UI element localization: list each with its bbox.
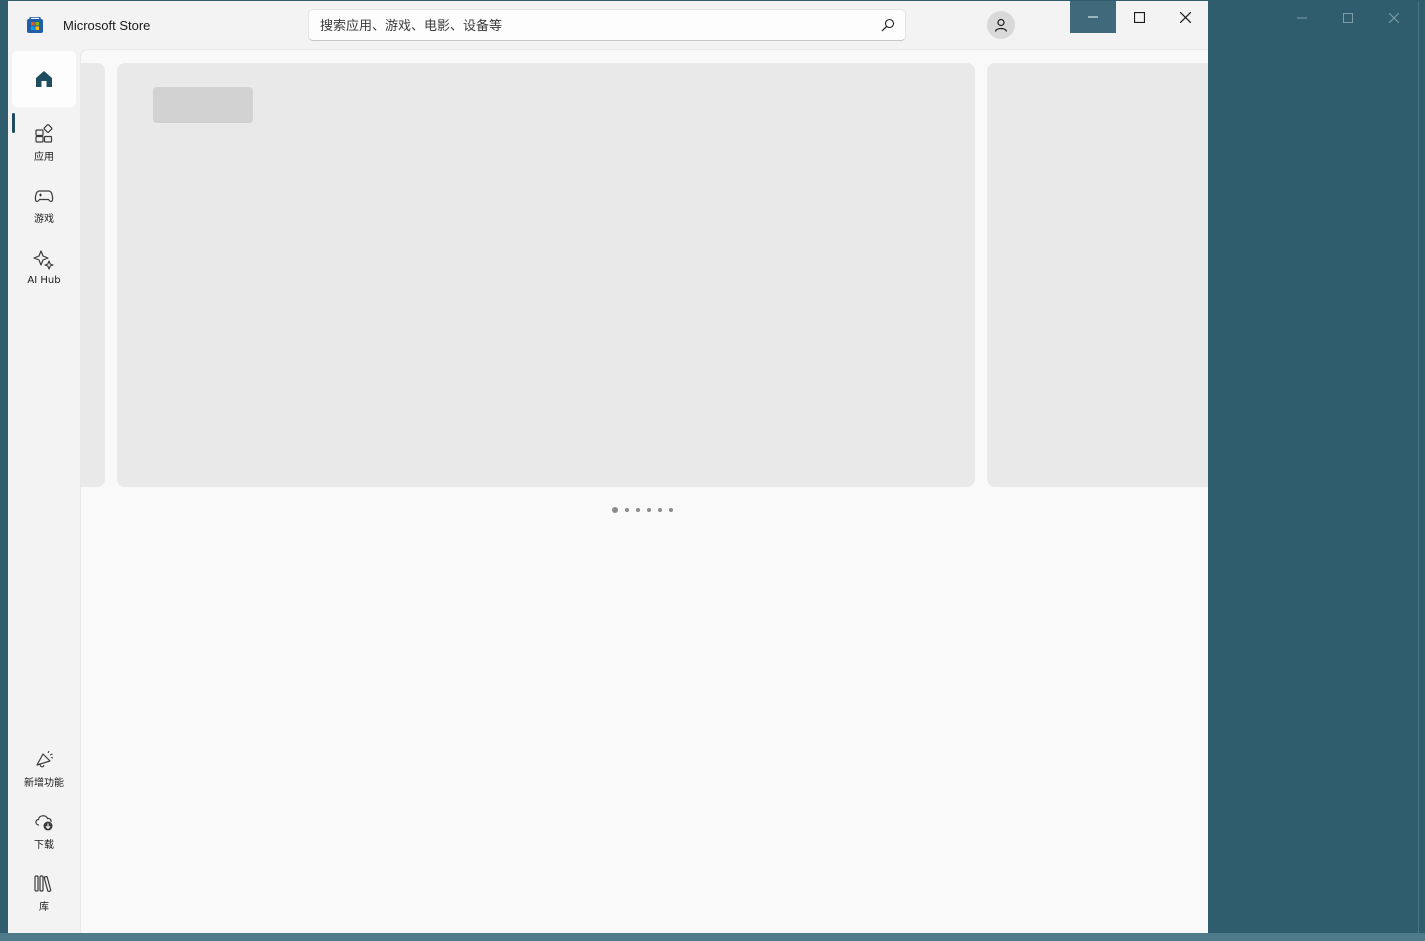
store-logo-icon	[27, 17, 43, 33]
carousel-card-next[interactable]	[987, 63, 1208, 487]
search-icon[interactable]	[881, 18, 895, 32]
nav-item-library[interactable]: 库	[12, 865, 76, 921]
nav-item-label: 库	[39, 901, 49, 913]
sparkle-icon	[33, 249, 54, 270]
nav-item-label: 新增功能	[24, 777, 64, 789]
person-icon	[994, 18, 1008, 32]
cloud-download-icon	[35, 814, 53, 830]
taskbar-edge	[0, 933, 1425, 941]
nav-item-label: 下载	[34, 839, 54, 851]
carousel-page-dot[interactable]	[636, 508, 640, 512]
desktop-background-left	[0, 0, 8, 941]
carousel-card-previous[interactable]	[81, 63, 105, 487]
background-minimize-button[interactable]	[1279, 2, 1325, 34]
nav-item-label: 应用	[34, 151, 54, 163]
search-box[interactable]	[308, 9, 906, 42]
maximize-button[interactable]	[1116, 1, 1162, 33]
nav-item-downloads[interactable]: 下载	[12, 803, 76, 859]
megaphone-icon	[36, 750, 54, 767]
background-window	[1205, 1, 1419, 933]
search-input[interactable]	[318, 10, 872, 42]
nav-item-games[interactable]: 游戏	[12, 177, 76, 233]
navigation-rail: 应用 游戏 AI Hub 新增功能 下载 库	[8, 49, 80, 933]
close-icon	[1389, 13, 1399, 23]
nav-item-label: AI Hub	[27, 274, 61, 286]
minimize-icon	[1088, 16, 1098, 18]
close-button[interactable]	[1162, 1, 1208, 33]
store-window: Microsoft Store 搜索应用、游戏、电影、设备等 应用 游戏 AI …	[8, 1, 1208, 933]
gamepad-icon	[34, 189, 54, 202]
maximize-icon	[1133, 11, 1145, 23]
carousel-pager	[612, 506, 673, 514]
carousel-page-dot[interactable]	[647, 508, 651, 512]
nav-item-home[interactable]	[12, 51, 76, 107]
title-bar: Microsoft Store	[8, 1, 1208, 49]
background-close-button[interactable]	[1371, 2, 1417, 34]
minimize-button[interactable]	[1070, 1, 1116, 33]
account-button[interactable]	[987, 11, 1015, 39]
home-icon	[36, 71, 52, 87]
loading-placeholder-button	[153, 87, 253, 123]
app-title: Microsoft Store	[63, 18, 151, 33]
carousel-page-dot[interactable]	[669, 508, 673, 512]
library-icon	[34, 874, 52, 892]
nav-item-ai-hub[interactable]: AI Hub	[12, 239, 76, 295]
nav-item-whats-new[interactable]: 新增功能	[12, 741, 76, 797]
close-icon	[1179, 11, 1191, 23]
nav-item-apps[interactable]: 应用	[12, 115, 76, 171]
minimize-icon	[1297, 17, 1307, 19]
nav-item-label: 游戏	[34, 213, 54, 225]
apps-icon	[35, 123, 53, 143]
carousel-card-current[interactable]	[117, 63, 975, 487]
maximize-icon	[1343, 13, 1353, 23]
background-maximize-button[interactable]	[1325, 2, 1371, 34]
carousel-page-dot[interactable]	[658, 508, 662, 512]
carousel-page-dot[interactable]	[612, 507, 618, 513]
home-content	[80, 49, 1208, 933]
carousel-page-dot[interactable]	[625, 508, 629, 512]
